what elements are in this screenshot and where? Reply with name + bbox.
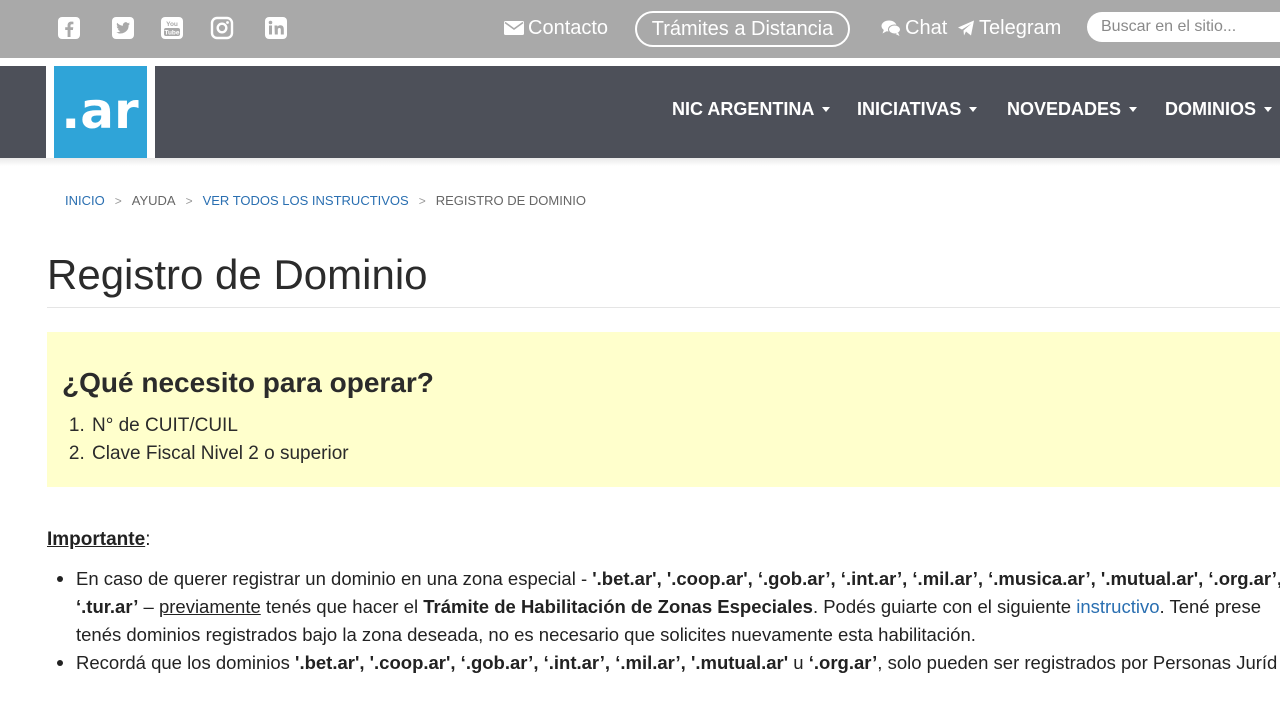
facebook-icon[interactable]: [57, 16, 81, 40]
chat-bubbles-icon: [881, 20, 901, 36]
paper-plane-icon: [958, 20, 974, 36]
important-bullet-1-line-3: tenés dominios registrados bajo la zona …: [76, 621, 1280, 649]
instructivo-link[interactable]: instructivo: [1076, 596, 1159, 617]
svg-text:You: You: [166, 21, 178, 28]
linkedin-icon[interactable]: [264, 16, 288, 40]
important-bullet-1: En caso de querer registrar un dominio e…: [57, 565, 1280, 593]
breadcrumb-separator: >: [418, 194, 426, 208]
bullet-text: . Tené prese: [1159, 596, 1261, 617]
envelope-icon: [504, 21, 524, 35]
telegram-link[interactable]: Telegram: [957, 16, 1061, 40]
nav-dominios-label: DOMINIOS: [1165, 99, 1257, 119]
important-bullet-2: Recordá que los dominios '.bet.ar', '.co…: [57, 649, 1280, 677]
logo-text: .ar: [61, 82, 139, 140]
breadcrumb-instructivos[interactable]: VER TODOS LOS INSTRUCTIVOS: [203, 193, 409, 209]
important-label: Importante: [47, 529, 146, 550]
nav-iniciativas-label: INICIATIVAS: [857, 99, 962, 119]
nav-novedades[interactable]: NOVEDADES: [1007, 98, 1138, 120]
breadcrumb-current: REGISTRO DE DOMINIO: [435, 193, 586, 208]
requirement-item: N° de CUIT/CUIL: [90, 412, 349, 440]
caret-down-icon: [969, 106, 978, 112]
restricted-zone-org: ‘.org.ar’: [808, 652, 878, 673]
instagram-icon[interactable]: [210, 16, 234, 40]
bullet-text: . Podés guiarte con el siguiente: [812, 596, 1077, 617]
nav-shadow: [0, 158, 1280, 166]
bullet-text: tenés dominios registrados bajo la zona …: [76, 624, 976, 645]
bullet-text: –: [138, 596, 159, 617]
requirements-box: ¿Qué necesito para operar? N° de CUIT/CU…: [47, 332, 1280, 487]
contact-link[interactable]: Contacto: [504, 16, 608, 40]
tramite-habilitacion-text: Trámite de Habilitación de Zonas Especia…: [423, 596, 813, 617]
restricted-zones: '.bet.ar', '.coop.ar', ‘.gob.ar’, ‘.int.…: [295, 652, 789, 673]
bullet-text: , solo pueden ser registrados por Person…: [877, 652, 1278, 673]
breadcrumb-ayuda: AYUDA: [131, 193, 176, 208]
youtube-icon[interactable]: You Tube: [160, 16, 184, 40]
twitter-icon[interactable]: [111, 16, 135, 40]
bullet-text: En caso de querer registrar un dominio e…: [76, 568, 593, 589]
nav-dominios[interactable]: DOMINIOS: [1165, 98, 1273, 120]
nav-nic-argentina-label: NIC ARGENTINA: [672, 99, 815, 119]
contact-label: Contacto: [528, 17, 609, 39]
requirements-list: N° de CUIT/CUIL Clave Fiscal Nivel 2 o s…: [90, 412, 349, 468]
bullet-text: Recordá que los dominios: [76, 652, 296, 673]
bullet-text: u: [788, 652, 809, 673]
caret-down-icon: [822, 106, 831, 112]
caret-down-icon: [1129, 106, 1138, 112]
chat-link[interactable]: Chat: [881, 16, 947, 40]
chat-label: Chat: [905, 17, 948, 39]
breadcrumb-separator: >: [114, 194, 122, 208]
important-heading: Importante:: [47, 528, 150, 552]
caret-down-icon: [1264, 106, 1273, 112]
breadcrumb-inicio[interactable]: INICIO: [65, 193, 105, 209]
nav-nic-argentina[interactable]: NIC ARGENTINA: [672, 98, 831, 120]
title-divider: [47, 307, 1280, 308]
tramites-a-distancia-button[interactable]: Trámites a Distancia: [635, 11, 850, 47]
breadcrumb-separator: >: [185, 194, 193, 208]
special-zones: '.bet.ar', '.coop.ar', ‘.gob.ar’, ‘.int.…: [592, 568, 1280, 589]
previamente-text: previamente: [158, 596, 261, 617]
breadcrumb: INICIO > AYUDA > VER TODOS LOS INSTRUCTI…: [65, 193, 586, 209]
nav-iniciativas[interactable]: INICIATIVAS: [857, 98, 978, 120]
svg-text:Tube: Tube: [164, 30, 179, 37]
bullet-text: tenés que hacer el: [260, 596, 424, 617]
requirements-title: ¿Qué necesito para operar?: [62, 367, 434, 398]
page-title: Registro de Dominio: [47, 251, 428, 298]
important-bullet-1-line-2: ‘.tur.ar’ – previamente tenés que hacer …: [76, 593, 1280, 621]
important-list: En caso de querer registrar un dominio e…: [57, 565, 1280, 677]
nic-ar-logo[interactable]: .ar: [54, 66, 147, 158]
special-zone-tur: ‘.tur.ar’: [76, 596, 139, 617]
nav-novedades-label: NOVEDADES: [1007, 99, 1122, 119]
requirement-item: Clave Fiscal Nivel 2 o superior: [90, 440, 349, 468]
site-search-input[interactable]: [1087, 12, 1280, 42]
important-colon: :: [145, 529, 151, 550]
telegram-label: Telegram: [979, 17, 1062, 39]
